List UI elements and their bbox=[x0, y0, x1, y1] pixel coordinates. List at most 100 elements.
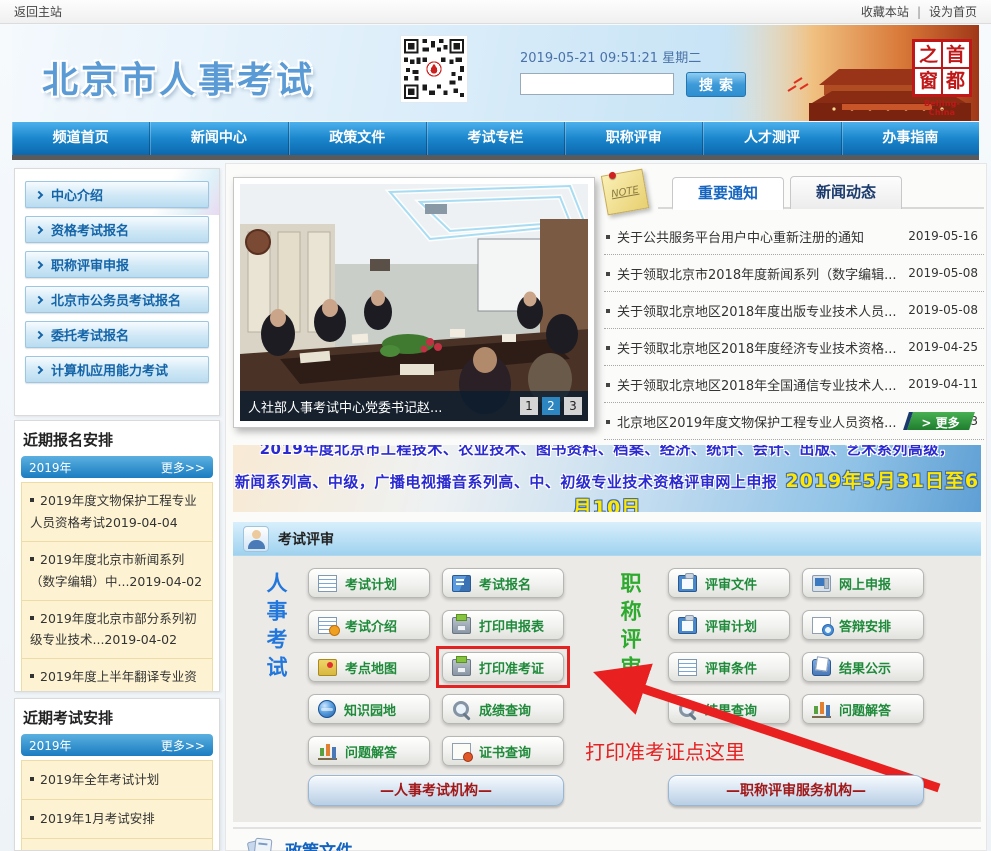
news-link[interactable]: 关于领取北京市2018年度新闻系列（数字编辑... bbox=[604, 264, 896, 283]
sidebar-item-civil-servant-exam[interactable]: 北京市公务员考试报名 bbox=[25, 286, 209, 313]
btn-label: 考点地图 bbox=[345, 658, 397, 677]
btn-knowledge-garden[interactable]: 知识园地 bbox=[308, 694, 430, 724]
sidebar-item-center-intro[interactable]: 中心介绍 bbox=[25, 181, 209, 208]
note-icon: NOTE bbox=[601, 169, 649, 216]
divider: | bbox=[917, 5, 921, 19]
nav-item-policy-documents[interactable]: 政策文件 bbox=[289, 122, 427, 155]
item-text: 2019年度上半年翻译专业资格（水平）... bbox=[30, 669, 197, 692]
pager-button-2[interactable]: 2 bbox=[542, 397, 560, 415]
bullet-icon bbox=[30, 498, 34, 502]
btn-label: 打印准考证 bbox=[479, 658, 544, 677]
btn-label: 证书查询 bbox=[479, 742, 531, 761]
btn-certificate-query[interactable]: 证书查询 bbox=[442, 736, 564, 766]
tab-news-updates[interactable]: 新闻动态 bbox=[790, 176, 902, 209]
list-item[interactable]: 2019年度上半年翻译专业资格（水平）...2019-03-29 bbox=[21, 658, 213, 692]
btn-label: 评审文件 bbox=[705, 574, 757, 593]
sidebar-item-entrusted-exam[interactable]: 委托考试报名 bbox=[25, 321, 209, 348]
news-link[interactable]: 北京地区2019年度文物保护工程专业人员资格... bbox=[604, 412, 896, 431]
section-title-policy: 政策文件 bbox=[285, 837, 353, 851]
news-link[interactable]: 关于公共服务平台用户中心重新注册的通知 bbox=[604, 227, 864, 246]
btn-review-qa[interactable]: 问题解答 bbox=[802, 694, 924, 724]
printer-icon bbox=[452, 617, 471, 634]
nav-item-news-center[interactable]: 新闻中心 bbox=[150, 122, 288, 155]
btn-exam-site-map[interactable]: 考点地图 bbox=[308, 652, 430, 682]
set-homepage-link[interactable]: 设为首页 bbox=[929, 5, 977, 19]
banner-line-2-text: 新闻系列高、中级，广播电视播音系列高、中、初级专业技术资格评审网上申报 bbox=[235, 473, 778, 491]
btn-result-publicity[interactable]: 结果公示 bbox=[802, 652, 924, 682]
news-row: 关于公共服务平台用户中心重新注册的通知2019-05-16 bbox=[604, 218, 984, 255]
nav-item-service-guide[interactable]: 办事指南 bbox=[842, 122, 979, 155]
list-item[interactable]: 2019年度文物保护工程专业人员资格考试2019-04-04 bbox=[21, 482, 213, 542]
list-item[interactable]: 2019年度北京市新闻系列（数字编辑）中...2019-04-02 bbox=[21, 541, 213, 601]
slideshow-image[interactable]: 人社部人事考试中心党委书记赵... 1 2 3 bbox=[240, 184, 588, 421]
back-to-main-link[interactable]: 返回主站 bbox=[14, 3, 62, 20]
main-navigation: 频道首页 新闻中心 政策文件 考试专栏 职称评审 人才测评 办事指南 bbox=[12, 122, 979, 155]
btn-print-application-form[interactable]: 打印申报表 bbox=[442, 610, 564, 640]
favorite-link[interactable]: 收藏本站 bbox=[861, 5, 909, 19]
btn-label: 问题解答 bbox=[839, 700, 891, 719]
sidebar-item-label: 中心介绍 bbox=[51, 185, 103, 204]
news-date: 2019-05-08 bbox=[908, 266, 984, 280]
bullet-icon bbox=[30, 674, 34, 678]
annotation-text: 打印准考证点这里 bbox=[585, 736, 745, 765]
btn-label: 网上申报 bbox=[839, 574, 891, 593]
btn-online-application[interactable]: 网上申报 bbox=[802, 568, 924, 598]
printer-icon bbox=[452, 659, 471, 676]
news-link[interactable]: 关于领取北京地区2018年度经济专业技术资格... bbox=[604, 338, 896, 357]
nav-item-exam-column[interactable]: 考试专栏 bbox=[427, 122, 565, 155]
btn-print-admission-ticket[interactable]: 打印准考证 bbox=[442, 652, 564, 682]
sidebar-item-title-review-apply[interactable]: 职称评审申报 bbox=[25, 251, 209, 278]
chevron-right-icon bbox=[35, 295, 43, 303]
btn-exam-signup[interactable]: 考试报名 bbox=[442, 568, 564, 598]
personnel-exam-orgs-button[interactable]: —人事考试机构— bbox=[308, 775, 564, 806]
btn-label: 考试计划 bbox=[345, 574, 397, 593]
nav-item-talent-assessment[interactable]: 人才测评 bbox=[703, 122, 841, 155]
btn-review-plan[interactable]: 评审计划 bbox=[668, 610, 790, 640]
slideshow-caption-bar: 人社部人事考试中心党委书记赵... 1 2 3 bbox=[240, 391, 588, 421]
item-text: 2019年1月考试安排 bbox=[40, 811, 155, 826]
sidebar-item-label: 职称评审申报 bbox=[51, 255, 129, 274]
btn-review-conditions[interactable]: 评审条件 bbox=[668, 652, 790, 682]
btn-exam-plan[interactable]: 考试计划 bbox=[308, 568, 430, 598]
pager-button-3[interactable]: 3 bbox=[564, 397, 582, 415]
news-more-button[interactable]: > 更多 bbox=[903, 412, 975, 430]
tab-important-notices[interactable]: 重要通知 bbox=[672, 177, 784, 210]
btn-score-query[interactable]: 成绩查询 bbox=[442, 694, 564, 724]
more-link[interactable]: 更多>> bbox=[161, 737, 205, 754]
btn-exam-qa[interactable]: 问题解答 bbox=[308, 736, 430, 766]
sidebar-item-label: 资格考试报名 bbox=[51, 220, 129, 239]
title-review-service-orgs-button[interactable]: —职称评审服务机构— bbox=[668, 775, 924, 806]
item-date: 2019-04-04 bbox=[105, 515, 178, 530]
group-label-personnel-exam: 人事考试 bbox=[261, 572, 291, 684]
emblem-caption: Beijing-China bbox=[911, 99, 973, 117]
sidebar-item-computer-ability-exam[interactable]: 计算机应用能力考试 bbox=[25, 356, 209, 383]
news-link[interactable]: 关于领取北京地区2018年度出版专业技术人员... bbox=[604, 301, 896, 320]
exam-review-section: 考试评审 人事考试 职称评审 考试计划 考试报名 考试介绍 打印申报表 考点地图… bbox=[233, 522, 981, 822]
search-input[interactable] bbox=[520, 73, 674, 95]
btn-defense-schedule[interactable]: 答辩安排 bbox=[802, 610, 924, 640]
btn-label: 问题解答 bbox=[345, 742, 397, 761]
nav-item-home[interactable]: 频道首页 bbox=[12, 122, 150, 155]
btn-label: 结果查询 bbox=[705, 700, 757, 719]
slideshow-caption[interactable]: 人社部人事考试中心党委书记赵... bbox=[248, 397, 520, 416]
clipboard-pencil-icon bbox=[678, 617, 697, 634]
btn-exam-intro[interactable]: 考试介绍 bbox=[308, 610, 430, 640]
news-row: 关于领取北京市2018年度新闻系列（数字编辑... 2019-05-08 bbox=[604, 255, 984, 292]
promo-banner[interactable]: 2019年度北京市工程技术、农业技术、图书资料、档案、经济、统计、会计、出版、艺… bbox=[233, 445, 981, 512]
btn-result-query[interactable]: 结果查询 bbox=[668, 694, 790, 724]
top-utility-bar: 返回主站 收藏本站 | 设为首页 bbox=[0, 0, 991, 24]
pager-button-1[interactable]: 1 bbox=[520, 397, 538, 415]
sidebar-item-exam-registration[interactable]: 资格考试报名 bbox=[25, 216, 209, 243]
chart-icon bbox=[318, 743, 337, 760]
list-item[interactable]: 2019年度北京市部分系列初级专业技术...2019-04-02 bbox=[21, 600, 213, 660]
list-item[interactable]: 2019年2月考试安排 bbox=[21, 838, 213, 851]
search-button[interactable]: 搜索 bbox=[686, 72, 746, 97]
btn-review-documents[interactable]: 评审文件 bbox=[668, 568, 790, 598]
list-item[interactable]: 2019年1月考试安排 bbox=[21, 799, 213, 839]
nav-item-title-review[interactable]: 职称评审 bbox=[565, 122, 703, 155]
more-link[interactable]: 更多>> bbox=[161, 459, 205, 476]
list-item[interactable]: 2019年全年考试计划 bbox=[21, 760, 213, 800]
group-label-title-review: 职称评审 bbox=[615, 572, 645, 684]
news-link[interactable]: 关于领取北京地区2018年全国通信专业技术人... bbox=[604, 375, 896, 394]
exam-button-grid: 考试计划 考试报名 考试介绍 打印申报表 考点地图 打印准考证 知识园地 成绩查… bbox=[308, 568, 564, 766]
